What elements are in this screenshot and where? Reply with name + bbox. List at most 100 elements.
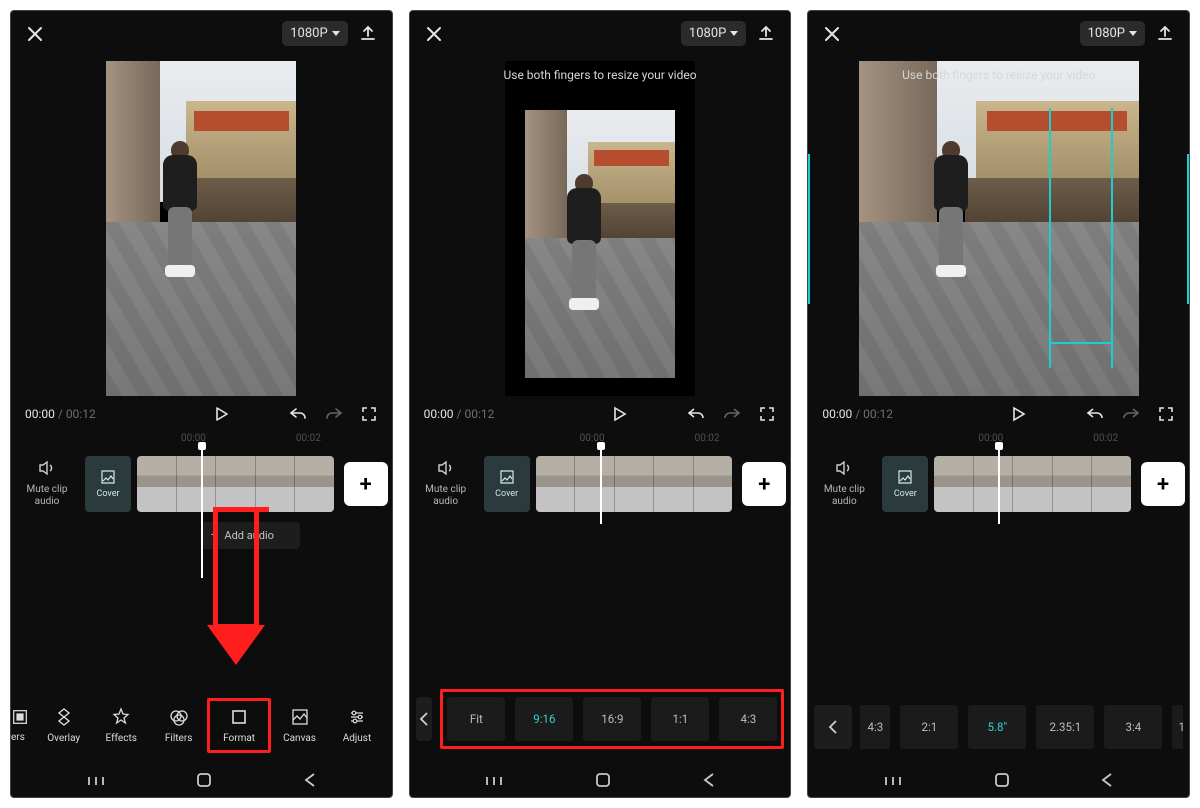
crop-guide: [1111, 108, 1113, 368]
back-icon[interactable]: [1100, 772, 1114, 792]
fullscreen-icon[interactable]: [360, 405, 378, 423]
home-icon[interactable]: [993, 771, 1011, 793]
clip-filmstrip[interactable]: [137, 456, 334, 512]
clip-filmstrip[interactable]: [934, 456, 1131, 512]
ratio-4-3[interactable]: 4:3: [860, 705, 890, 749]
crop-guide: [808, 154, 810, 304]
resize-hint: Use both fingers to resize your video: [410, 68, 791, 82]
resolution-label: 1080P: [290, 26, 327, 41]
back-icon[interactable]: [702, 772, 716, 792]
screen-ratio-picker: 1080P Use both fingers to resize your vi…: [409, 10, 792, 798]
ratio-2-35-1[interactable]: 2.35:1: [1036, 705, 1094, 749]
tool-canvas[interactable]: Canvas: [271, 701, 328, 750]
undo-icon[interactable]: [288, 405, 308, 423]
recents-icon[interactable]: [484, 773, 504, 792]
top-bar: 1080P: [11, 11, 392, 56]
mute-clip-button[interactable]: Mute clipaudio: [414, 460, 478, 508]
add-audio-button[interactable]: +Add audio: [201, 522, 300, 549]
close-icon[interactable]: [424, 24, 444, 44]
fullscreen-icon[interactable]: [1157, 405, 1175, 423]
close-icon[interactable]: [822, 24, 842, 44]
playhead[interactable]: [998, 446, 1000, 524]
video-frame-zoom: [859, 61, 1139, 396]
resolution-button[interactable]: 1080P: [1080, 21, 1145, 46]
redo-icon[interactable]: [324, 405, 344, 423]
export-icon[interactable]: [358, 24, 378, 44]
add-clip-button[interactable]: +: [1141, 462, 1185, 506]
back-icon[interactable]: [303, 772, 317, 792]
tool-adjust[interactable]: Adjust: [328, 701, 385, 750]
play-icon[interactable]: [610, 405, 628, 423]
ratio-4-3[interactable]: 4:3: [719, 697, 777, 741]
resize-hint: Use both fingers to resize your video: [808, 68, 1189, 82]
crop-guide: [1187, 154, 1189, 304]
ratio-1-85-1[interactable]: 1.85:1: [1172, 705, 1183, 749]
home-icon[interactable]: [594, 771, 612, 793]
video-9-16: [106, 61, 296, 396]
ratio-9-16[interactable]: 9:16: [515, 697, 573, 741]
undo-icon[interactable]: [686, 405, 706, 423]
video-frame-image: [859, 61, 1139, 396]
chevron-down-icon: [730, 31, 738, 36]
chevron-down-icon: [1129, 31, 1137, 36]
resolution-button[interactable]: 1080P: [681, 21, 746, 46]
ratio-back-button[interactable]: [416, 697, 433, 741]
recents-icon[interactable]: [883, 773, 903, 792]
mute-clip-button[interactable]: Mute clipaudio: [812, 460, 876, 508]
play-icon[interactable]: [1009, 405, 1027, 423]
timeline[interactable]: Mute clipaudio Cover +: [11, 446, 392, 518]
aspect-ratio-bar: Fit 9:16 16:9 1:1 4:3: [410, 681, 791, 765]
crop-guide: [1049, 108, 1051, 368]
recents-icon[interactable]: [86, 773, 106, 792]
redo-icon[interactable]: [1121, 405, 1141, 423]
crop-guide: [1049, 342, 1111, 344]
cover-button[interactable]: Cover: [85, 456, 131, 512]
time-display: 00:00 / 00:12: [25, 407, 96, 421]
timeline[interactable]: Mute clipaudio Cover +: [410, 446, 791, 518]
tool-effects[interactable]: Effects: [92, 701, 149, 750]
android-nav: [410, 765, 791, 797]
close-icon[interactable]: [25, 24, 45, 44]
cover-button[interactable]: Cover: [484, 456, 530, 512]
play-icon[interactable]: [212, 405, 230, 423]
timeline[interactable]: Mute clipaudio Cover +: [808, 446, 1189, 518]
tool-format[interactable]: Format: [207, 698, 270, 753]
android-nav: [808, 765, 1189, 797]
mute-clip-button[interactable]: Mute clipaudio: [15, 460, 79, 508]
video-frame-image: [106, 61, 296, 396]
video-preview[interactable]: Use both fingers to resize your video: [410, 56, 791, 401]
add-clip-button[interactable]: +: [742, 462, 786, 506]
fullscreen-icon[interactable]: [758, 405, 776, 423]
add-clip-button[interactable]: +: [344, 462, 388, 506]
home-icon[interactable]: [195, 771, 213, 793]
chevron-down-icon: [332, 31, 340, 36]
ratio-2-1[interactable]: 2:1: [900, 705, 958, 749]
ratio-5-8in[interactable]: 5.8": [968, 705, 1026, 749]
playhead[interactable]: [201, 446, 203, 578]
resolution-button[interactable]: 1080P: [282, 21, 347, 46]
ratio-back-button[interactable]: [814, 705, 852, 749]
ratio-1-1[interactable]: 1:1: [651, 697, 709, 741]
export-icon[interactable]: [756, 24, 776, 44]
tool-layers-partial[interactable]: ers: [11, 702, 35, 749]
export-icon[interactable]: [1155, 24, 1175, 44]
video-preview[interactable]: Use both fingers to resize your video: [808, 56, 1189, 401]
annotation-ratio-highlight: Fit 9:16 16:9 1:1 4:3: [440, 689, 784, 749]
ratio-16-9[interactable]: 16:9: [583, 697, 641, 741]
clip-filmstrip[interactable]: [536, 456, 733, 512]
video-preview[interactable]: [11, 56, 392, 401]
aspect-ratio-bar: 4:3 2:1 5.8" 2.35:1 3:4 1.85:1: [808, 697, 1189, 765]
cover-button[interactable]: Cover: [882, 456, 928, 512]
ratio-fit[interactable]: Fit: [447, 697, 505, 741]
undo-icon[interactable]: [1085, 405, 1105, 423]
screen-format-tool: 1080P 00:00 / 00:12 00:0000: [10, 10, 393, 798]
playhead[interactable]: [600, 446, 602, 524]
ratio-3-4[interactable]: 3:4: [1104, 705, 1162, 749]
tool-overlay[interactable]: Overlay: [35, 701, 92, 750]
playback-controls: 00:00 / 00:12: [410, 401, 791, 431]
screen-ratio-scrolled: 1080P Use both fingers to resize your vi…: [807, 10, 1190, 798]
bottom-toolbar: ers Overlay Effects Filters Format Canva…: [11, 686, 392, 765]
top-bar: 1080P: [410, 11, 791, 56]
redo-icon[interactable]: [722, 405, 742, 423]
tool-filters[interactable]: Filters: [150, 701, 207, 750]
